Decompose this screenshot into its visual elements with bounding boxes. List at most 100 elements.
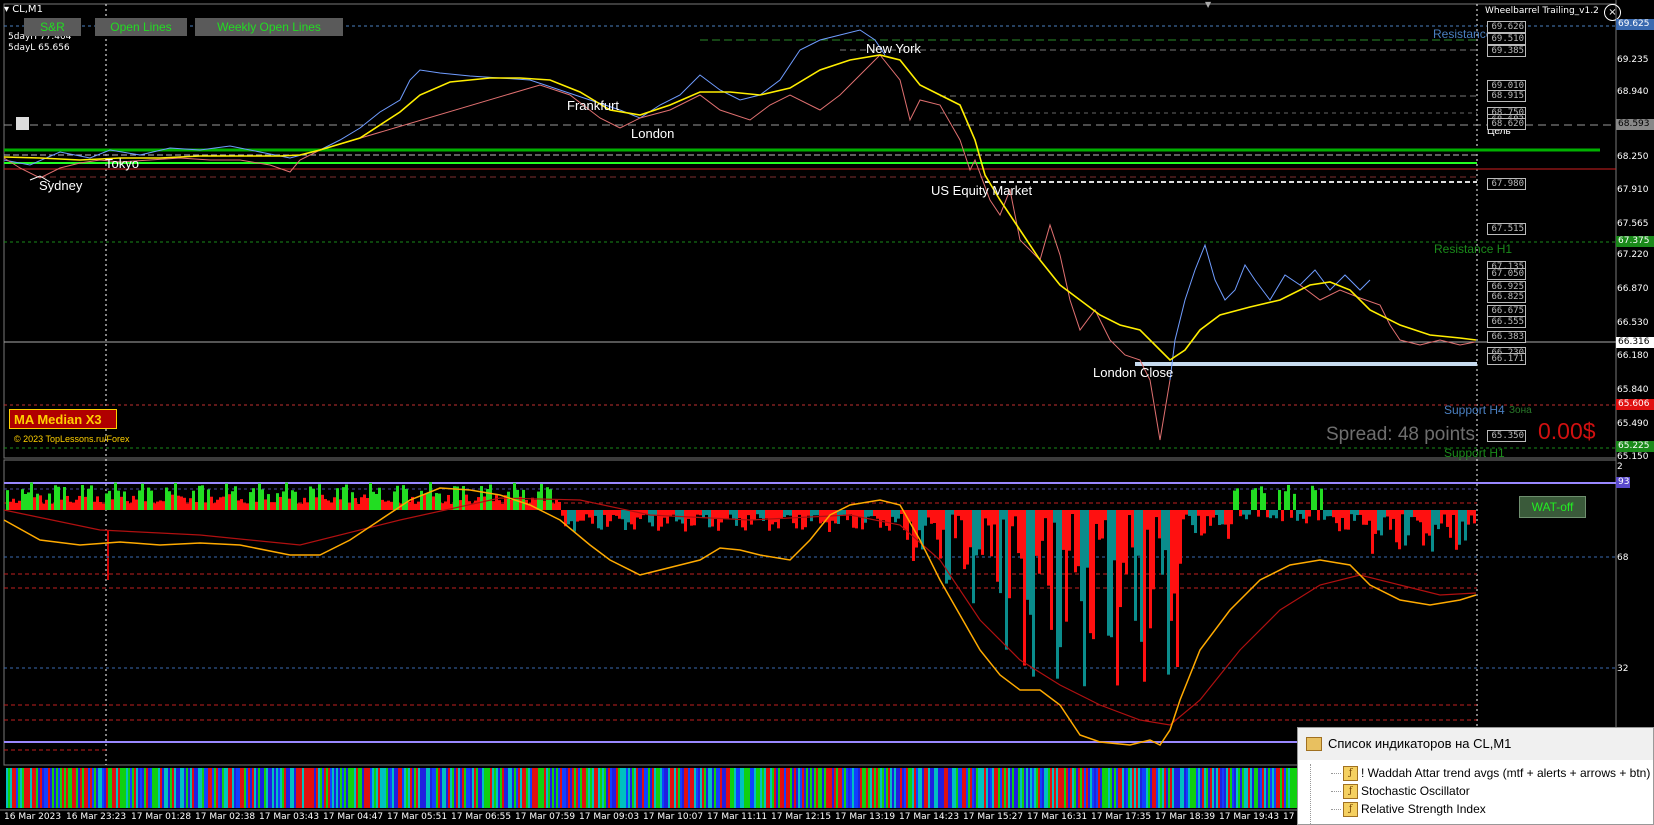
histogram-bar	[1068, 510, 1071, 551]
ribbon-stripe	[626, 768, 628, 808]
histogram-bar	[1323, 510, 1326, 520]
histogram-bar	[1458, 510, 1461, 545]
histogram-bar	[396, 485, 399, 510]
ribbon-stripe	[1038, 768, 1040, 808]
histogram-bar	[1335, 510, 1338, 524]
ribbon-stripe	[434, 768, 436, 808]
histogram-bar	[276, 493, 279, 510]
histogram-bar	[885, 510, 888, 526]
histogram-bar	[135, 499, 138, 510]
histogram-bar	[915, 510, 918, 548]
profit-text: 0.00$	[1538, 418, 1596, 444]
ribbon-stripe	[492, 768, 494, 808]
histogram-bar	[600, 510, 603, 530]
histogram-bar	[1356, 510, 1359, 516]
histogram-bar	[1110, 510, 1113, 638]
ribbon-stripe	[138, 768, 140, 808]
ribbon-stripe	[1122, 768, 1124, 808]
histogram-bar	[39, 495, 42, 510]
ribbon-stripe	[772, 768, 774, 808]
open-lines-button[interactable]: Open Lines	[95, 18, 187, 36]
ribbon-stripe	[1146, 768, 1148, 808]
ribbon-stripe	[44, 768, 46, 808]
histogram-bar	[1131, 510, 1134, 548]
histogram-bar	[498, 500, 501, 510]
ribbon-stripe	[1236, 768, 1238, 808]
ribbon-stripe	[780, 768, 782, 808]
symbol-menu-icon[interactable]: ▾	[4, 4, 12, 15]
ribbon-stripe	[680, 768, 682, 808]
histogram-bar	[294, 491, 297, 510]
scroll-marker-icon[interactable]: ▼	[1205, 0, 1211, 9]
ribbon-stripe	[870, 768, 872, 808]
histogram-bar	[603, 510, 606, 515]
ribbon-stripe	[824, 768, 826, 808]
ribbon-stripe	[246, 768, 248, 808]
ribbon-stripe	[194, 768, 196, 808]
wat-toggle-button[interactable]: WAT-off	[1519, 496, 1586, 518]
ribbon-stripe	[446, 768, 448, 808]
ribbon-stripe	[260, 768, 262, 808]
ribbon-stripe	[526, 768, 528, 808]
histogram-bar	[657, 510, 660, 531]
ribbon-stripe	[1258, 768, 1260, 808]
ribbon-stripe	[842, 768, 844, 808]
sr-button[interactable]: S&R	[24, 18, 81, 36]
histogram-bar	[273, 502, 276, 510]
ribbon-stripe	[728, 768, 730, 808]
ribbon-stripe	[602, 768, 604, 808]
histogram-bar	[1209, 510, 1212, 526]
histogram-bar	[1416, 510, 1419, 521]
ribbon-stripe	[272, 768, 274, 808]
indicator-window-titlebar[interactable]: Список индикаторов на CL,M1	[1298, 728, 1653, 760]
ribbon-stripe	[548, 768, 550, 808]
ribbon-stripe	[912, 768, 914, 808]
ribbon-stripe	[866, 768, 868, 808]
price-chart[interactable]	[0, 0, 1654, 825]
ribbon-stripe	[532, 768, 534, 808]
histogram-bar	[543, 500, 546, 510]
indicator-window-title: Список индикаторов на CL,M1	[1328, 736, 1512, 751]
ribbon-stripe	[156, 768, 158, 808]
histogram-bar	[1137, 510, 1140, 556]
histogram-bar	[1296, 510, 1299, 521]
histogram-bar	[1215, 510, 1218, 515]
histogram-bar	[1158, 510, 1161, 539]
ribbon-stripe	[1272, 768, 1274, 808]
time-label: 17 Mar 10:07	[643, 812, 704, 822]
histogram-bar	[339, 499, 342, 510]
ribbon-stripe	[836, 768, 838, 808]
histogram-bar	[1056, 510, 1059, 679]
ribbon-stripe	[956, 768, 958, 808]
histogram-bar	[648, 510, 651, 523]
indicator-item-rsi[interactable]: ƒ Relative Strength Index	[1311, 800, 1653, 818]
indicator-item-waddah[interactable]: ƒ ! Waddah Attar trend avgs (mtf + alert…	[1311, 764, 1653, 782]
indicator-item-stochastic[interactable]: ƒ Stochastic Oscillator	[1311, 782, 1653, 800]
ribbon-stripe	[922, 768, 924, 808]
histogram-bar	[1104, 510, 1107, 521]
small-toggle-button[interactable]	[16, 117, 29, 130]
ribbon-stripe	[488, 768, 490, 808]
ribbon-stripe	[1082, 768, 1084, 808]
ribbon-stripe	[588, 768, 590, 808]
histogram-bar	[33, 497, 36, 510]
ribbon-stripe	[718, 768, 720, 808]
histogram-bar	[126, 501, 129, 510]
histogram-bar	[1470, 510, 1473, 516]
histogram-bar	[678, 510, 681, 520]
ribbon-stripe	[104, 768, 106, 808]
histogram-bar	[663, 510, 666, 518]
histogram-bar	[222, 496, 225, 510]
price-label: 67.515	[1487, 223, 1526, 235]
weekly-open-lines-button[interactable]: Weekly Open Lines	[195, 18, 343, 36]
histogram-bar	[300, 503, 303, 510]
histogram-bar	[1338, 510, 1341, 532]
ribbon-stripe	[706, 768, 708, 808]
ribbon-stripe	[846, 768, 848, 808]
ribbon-stripe	[1072, 768, 1074, 808]
indicator-list-window[interactable]: Список индикаторов на CL,M1 ƒ ! Waddah A…	[1297, 727, 1654, 825]
ribbon-stripe	[126, 768, 128, 808]
histogram-bar	[792, 510, 795, 524]
ribbon-stripe	[1260, 768, 1262, 808]
ribbon-stripe	[970, 768, 972, 808]
